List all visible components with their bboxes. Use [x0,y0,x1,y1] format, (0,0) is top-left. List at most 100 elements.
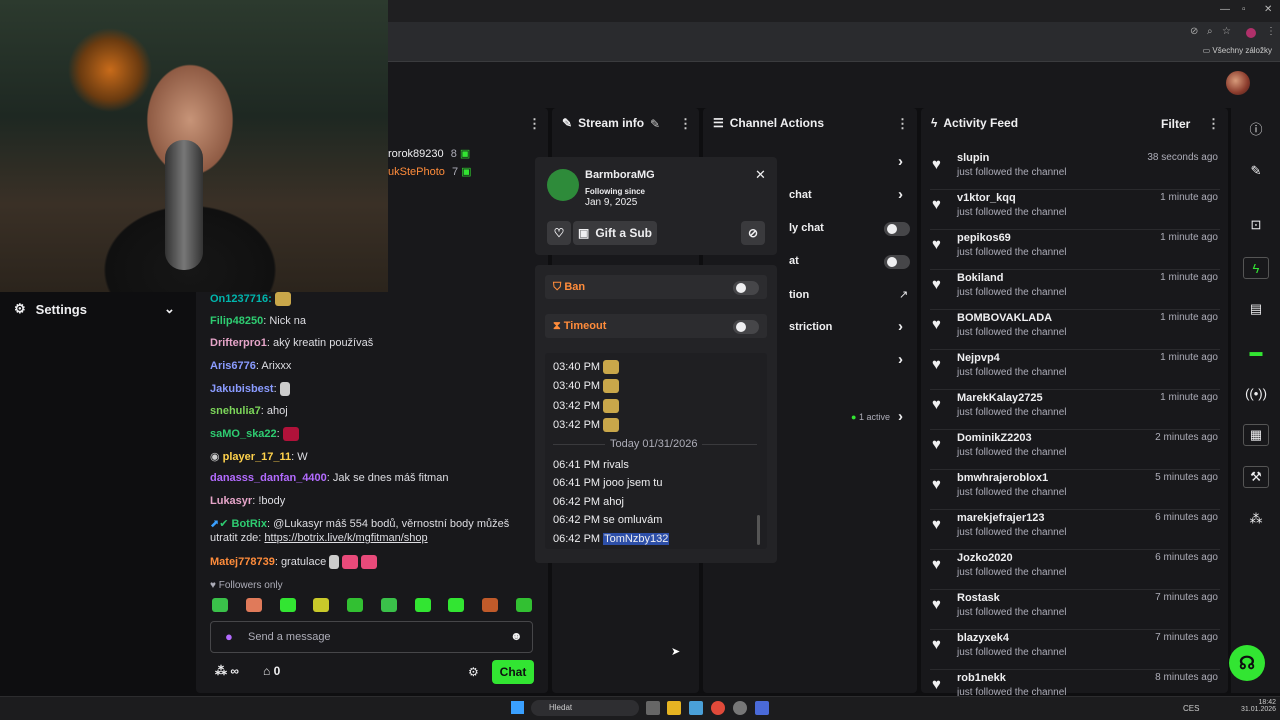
star-icon[interactable]: ☆ [1222,26,1231,37]
chevron-down-icon[interactable]: ⌄ [164,301,175,317]
feed-item[interactable]: ♥ pepikos69 just followed the channel 1 min… [930,230,1220,270]
chevron-right-icon[interactable]: › [898,186,903,203]
maximize-icon[interactable]: ▫ [1242,4,1246,15]
broadcast-icon[interactable]: ((•)) [1243,382,1269,404]
close-window-icon[interactable]: ✕ [1264,4,1272,15]
emote-icon[interactable] [482,598,499,612]
camera-off-icon[interactable]: ⊘ [1190,26,1198,37]
task-view-icon[interactable] [646,701,660,715]
emote-icon[interactable] [448,598,465,612]
feed-username[interactable]: Rostask [957,592,1000,604]
feed-username[interactable]: Jozko2020 [957,552,1013,564]
stream-info-menu-icon[interactable]: ⋮ [679,116,692,132]
layout-icon[interactable]: ▦ [1243,424,1269,446]
feed-item[interactable]: ♥ Jozko2020 just followed the channel 6 min… [930,550,1220,590]
chat-bubble-icon[interactable]: ▬ [1243,340,1269,362]
feed-username[interactable]: pepikos69 [957,232,1011,244]
clock[interactable]: 18:42 31.01.2026 [1241,699,1276,713]
chevron-right-icon[interactable]: › [898,351,903,368]
chat-settings-icon[interactable]: ⚙ [468,665,479,679]
chat-message[interactable]: Aris6776: Arixxx [210,360,291,372]
store-display[interactable]: ⌂ 0 [263,664,280,678]
chat-send-button[interactable]: Chat [492,660,534,684]
feed-item[interactable]: ♥ BOMBOVAKLADA just followed the channel 1 … [930,310,1220,350]
feed-username[interactable]: DominikZ2203 [957,432,1032,444]
toggle-switch[interactable] [884,255,910,269]
emote-icon[interactable] [380,598,397,612]
minimize-icon[interactable]: — [1220,4,1230,15]
history-scrollbar[interactable] [757,515,760,545]
support-headset-icon[interactable]: ☊ [1229,645,1265,681]
chevron-right-icon[interactable]: › [898,318,903,335]
top-user-2[interactable]: ukStePhoto 7 ▣ [388,165,472,178]
menu-icon[interactable]: ⋮ [1266,26,1276,37]
feed-username[interactable]: v1ktor_kqq [957,192,1016,204]
emote-icon[interactable] [347,598,364,612]
chevron-right-icon[interactable]: › [898,408,903,425]
feed-item[interactable]: ♥ marekjefrajer123 just followed the chann… [930,510,1220,550]
feed-item[interactable]: ♥ v1ktor_kqq just followed the channel 1 mi… [930,190,1220,230]
chat-message[interactable]: danasss_danfan_4400: Jak se dnes máš fit… [210,472,448,484]
timeout-toggle[interactable] [733,320,759,334]
bolt-icon[interactable]: ϟ [1243,257,1269,279]
emote-icon[interactable] [313,598,330,612]
chat-message[interactable]: ◉ player_17_11: W [210,450,308,463]
emote-icon[interactable] [414,598,431,612]
top-user-1[interactable]: rorok89230 8 ▣ [388,147,470,160]
chrome-icon[interactable] [711,701,725,715]
all-bookmarks-link[interactable]: ▭ Všechny záložky [1203,46,1272,55]
emote-icon[interactable] [245,598,262,612]
app-icon[interactable] [733,701,747,715]
chat-message[interactable]: On1237716: [210,292,291,306]
edit-icon[interactable]: ✎ [650,117,660,131]
feed-username[interactable]: marekjefrajer123 [957,512,1044,524]
feed-item[interactable]: ♥ DominikZ2203 just followed the channel 2 … [930,430,1220,470]
points-display[interactable]: ⁂ ∞ [215,664,239,678]
windows-start-icon[interactable] [511,701,524,714]
feed-item[interactable]: ♥ MarekKalay2725 just followed the channel… [930,390,1220,430]
chart-icon[interactable]: ↗ [899,288,908,301]
taskbar-search[interactable]: Hledat [531,700,639,716]
emote-icon[interactable] [279,598,296,612]
gift-sub-button[interactable]: ▣ Gift a Sub [573,221,657,245]
feed-item[interactable]: ♥ Bokiland just followed the channel 1 minu… [930,270,1220,310]
ban-toggle[interactable] [733,281,759,295]
feed-username[interactable]: Bokiland [957,272,1003,284]
emote-icon[interactable] [212,598,228,612]
feed-username[interactable]: BOMBOVAKLADA [957,312,1052,324]
chat-message[interactable]: ⬈✔ BotRix: @Lukasyr máš 554 bodů, věrnos… [210,517,509,530]
chat-message[interactable]: Drifterpro1: aký kreatin používaš [210,337,373,349]
file-explorer-icon[interactable] [667,701,681,715]
microphone-icon[interactable]: ● [225,629,233,644]
zoom-icon[interactable]: ⌕ [1207,26,1213,37]
app-icon[interactable] [755,701,769,715]
feed-item[interactable]: ♥ blazyxek4 just followed the channel 7 min… [930,630,1220,670]
feed-username[interactable]: slupin [957,152,989,164]
channel-actions-menu-icon[interactable]: ⋮ [896,116,909,132]
filter-button[interactable]: Filter [1161,117,1190,131]
feed-username[interactable]: bmwhrajeroblox1 [957,472,1048,484]
mute-mic-button[interactable]: ⊘ [741,221,765,245]
notes-icon[interactable]: ▤ [1243,298,1269,320]
activity-feed-menu-icon[interactable]: ⋮ [1207,116,1220,132]
chat-message[interactable]: Jakubisbest: [210,382,290,396]
chat-message[interactable]: Matej778739: gratulace [210,555,378,569]
pencil-icon[interactable]: ✎ [1243,160,1269,182]
store-app-icon[interactable] [689,701,703,715]
popup-username[interactable]: BarmboraMG [585,169,655,181]
settings-row[interactable]: ⚙ Settings ⌄ [0,296,194,322]
chevron-right-icon[interactable]: › [898,153,903,170]
close-icon[interactable]: ✕ [755,167,766,183]
feed-username[interactable]: rob1nekk [957,672,1006,684]
emoji-icon[interactable]: ☻ [510,629,523,643]
wrench-icon[interactable]: ⚒ [1243,466,1269,488]
feed-item[interactable]: ♥ Nejpvp4 just followed the channel 1 minut… [930,350,1220,390]
chat-message[interactable]: saMO_ska22: [210,427,299,441]
chat-message[interactable]: snehulia7: ahoj [210,405,288,417]
feed-username[interactable]: Nejpvp4 [957,352,1000,364]
toggle-switch[interactable] [884,222,910,236]
info-icon[interactable]: ⓘ [1243,117,1269,139]
focus-icon[interactable]: ⊡ [1243,214,1269,236]
feed-item[interactable]: ♥ slupin just followed the channel 38 secon… [930,150,1220,190]
send-message-input[interactable]: ● Send a message ☻ [210,621,533,653]
